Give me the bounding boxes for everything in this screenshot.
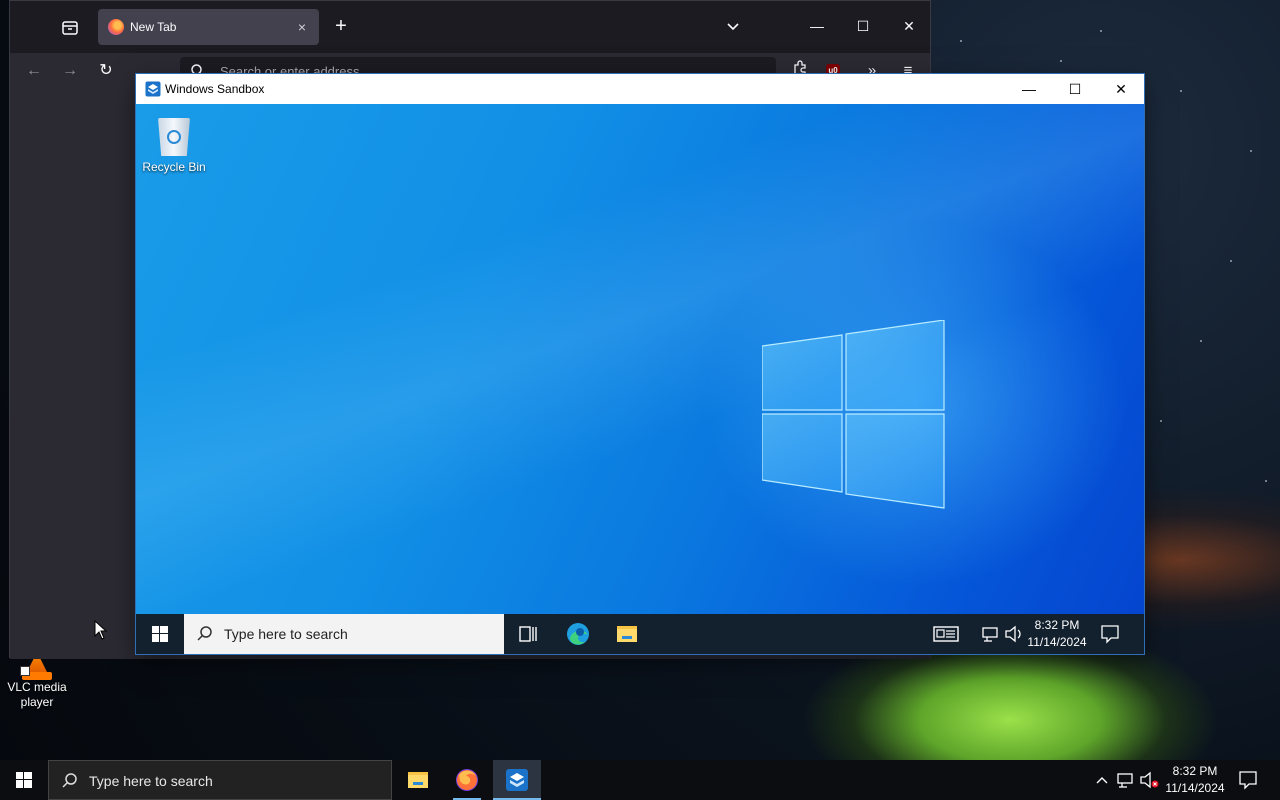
- clock-time: 8:32 PM: [1172, 764, 1218, 778]
- news-icon: [933, 626, 959, 642]
- search-icon: [61, 772, 79, 790]
- windows-logo: [762, 320, 945, 509]
- browser-tab[interactable]: New Tab ×: [98, 9, 319, 45]
- search-icon: [196, 625, 214, 643]
- notification-icon: [1101, 625, 1119, 644]
- windows-start-icon: [152, 626, 168, 642]
- host-clock[interactable]: 8:32 PM 11/14/2024: [1162, 763, 1228, 797]
- edge-button[interactable]: [554, 614, 602, 654]
- sandbox-desktop: Recycle Bin: [136, 104, 1144, 614]
- reload-button[interactable]: ↻: [94, 59, 118, 83]
- taskbar-file-explorer[interactable]: [394, 760, 442, 800]
- file-explorer-button[interactable]: [603, 614, 651, 654]
- recycle-bin-icon: [154, 112, 194, 158]
- host-search-box[interactable]: Type here to search: [48, 760, 392, 800]
- window-title: Windows Sandbox: [165, 82, 265, 96]
- news-widget-button[interactable]: [924, 614, 968, 654]
- clock-date: 11/14/2024: [1165, 781, 1225, 795]
- chevron-up-icon[interactable]: [1092, 760, 1112, 800]
- firefox-icon: [456, 769, 478, 791]
- taskbar-windows-sandbox[interactable]: [493, 760, 541, 800]
- tab-close-button[interactable]: ×: [293, 18, 311, 36]
- windows-start-icon: [16, 772, 32, 788]
- file-explorer-icon: [617, 626, 637, 642]
- browser-tab-bar: New Tab × + — ☐ ✕: [10, 1, 930, 53]
- sandbox-window: Windows Sandbox — ☐ ✕ Recycle Bin Type h…: [136, 74, 1144, 654]
- search-placeholder: Type here to search: [89, 773, 213, 789]
- tab-list-icon[interactable]: [58, 15, 82, 39]
- windows-sandbox-icon: [145, 81, 161, 97]
- desktop-icon-vlc[interactable]: VLC media player: [4, 652, 70, 710]
- back-button[interactable]: ←: [22, 59, 46, 83]
- volume-icon[interactable]: [1003, 614, 1025, 654]
- sandbox-maximize-button[interactable]: ☐: [1052, 74, 1098, 104]
- search-placeholder: Type here to search: [224, 626, 348, 642]
- desktop-icon-label: VLC media player: [7, 680, 67, 709]
- host-taskbar: Type here to search 8:32 PM 11/14/2024: [0, 760, 1280, 800]
- firefox-icon: [108, 19, 124, 35]
- network-icon[interactable]: [979, 614, 1003, 654]
- browser-minimize-button[interactable]: —: [806, 15, 828, 37]
- network-icon[interactable]: [1114, 760, 1138, 800]
- sandbox-clock[interactable]: 8:32 PM 11/14/2024: [1026, 617, 1088, 651]
- sandbox-titlebar[interactable]: Windows Sandbox — ☐ ✕: [136, 74, 1144, 104]
- clock-date: 11/14/2024: [1027, 635, 1087, 649]
- action-center-button[interactable]: [1232, 760, 1264, 800]
- clock-time: 8:32 PM: [1034, 618, 1080, 632]
- tab-title: New Tab: [130, 20, 177, 34]
- edge-icon: [567, 623, 589, 645]
- host-start-button[interactable]: [0, 760, 48, 800]
- sandbox-start-button[interactable]: [136, 614, 184, 654]
- sandbox-minimize-button[interactable]: —: [1006, 74, 1052, 104]
- forward-button[interactable]: →: [58, 59, 82, 83]
- sandbox-taskbar: Type here to search 8:32 PM 11/14/2024: [136, 614, 1144, 654]
- new-tab-button[interactable]: +: [330, 15, 352, 37]
- action-center-button[interactable]: [1094, 614, 1126, 654]
- browser-close-button[interactable]: ✕: [898, 15, 920, 37]
- notification-icon: [1239, 771, 1257, 790]
- desktop-icon-label: Recycle Bin: [142, 160, 206, 174]
- mouse-cursor: [94, 620, 108, 640]
- task-view-button[interactable]: [504, 614, 552, 654]
- file-explorer-icon: [408, 772, 428, 788]
- desktop-icon-recycle-bin[interactable]: Recycle Bin: [141, 112, 207, 174]
- volume-muted-icon[interactable]: [1138, 760, 1162, 800]
- chevron-down-icon[interactable]: [722, 15, 744, 37]
- windows-sandbox-icon: [506, 769, 528, 791]
- browser-maximize-button[interactable]: ☐: [852, 15, 874, 37]
- sandbox-close-button[interactable]: ✕: [1098, 74, 1144, 104]
- sandbox-search-box[interactable]: Type here to search: [184, 614, 504, 654]
- taskbar-firefox[interactable]: [443, 760, 491, 800]
- task-view-icon: [519, 626, 537, 642]
